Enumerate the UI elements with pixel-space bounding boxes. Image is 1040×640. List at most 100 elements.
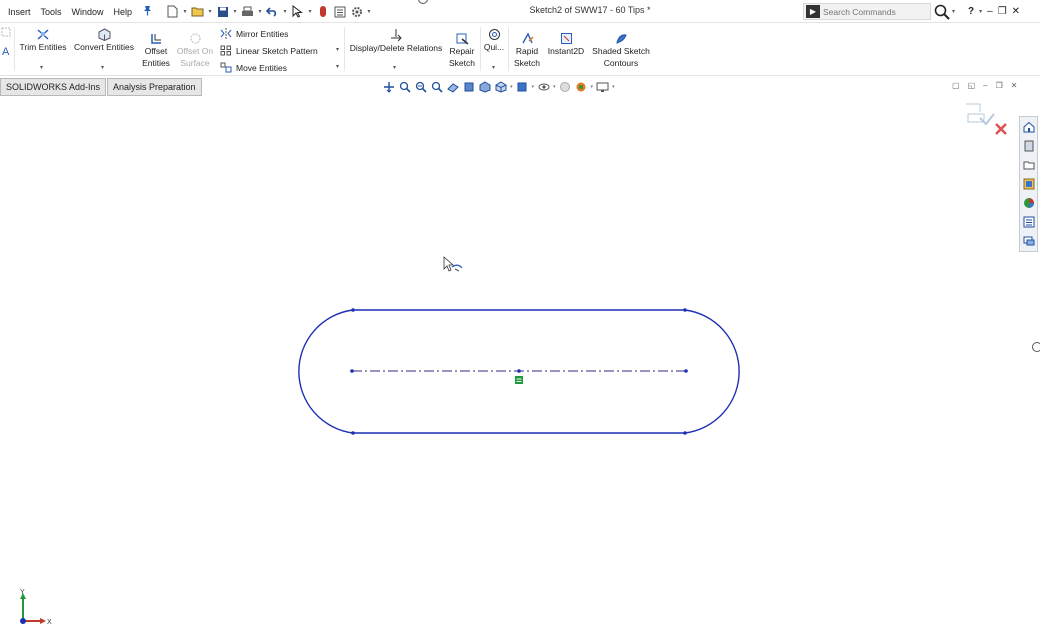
- save-icon[interactable]: [215, 4, 230, 19]
- chevron-down-icon[interactable]: ▾: [182, 8, 188, 15]
- zoom-in-out-icon[interactable]: [414, 81, 427, 94]
- search-commands-box[interactable]: ▶: [803, 3, 931, 20]
- chevron-down-icon[interactable]: ▾: [510, 84, 513, 90]
- apply-scene-icon[interactable]: [575, 81, 588, 94]
- previous-view-icon[interactable]: [430, 81, 443, 94]
- chevron-down-icon[interactable]: ▾: [232, 8, 238, 15]
- split-view-icon[interactable]: ▢: [952, 81, 960, 90]
- dynamic-annotation-icon[interactable]: [462, 81, 475, 94]
- offset-entities-button[interactable]: Offset Entities: [139, 32, 173, 69]
- display-style-icon[interactable]: [516, 81, 529, 94]
- search-input[interactable]: [823, 6, 928, 17]
- exit-sketch-icon[interactable]: [967, 113, 995, 126]
- chevron-down-icon[interactable]: ▾: [366, 8, 372, 15]
- trim-entities-label: Trim Entities: [19, 42, 67, 52]
- midpoint[interactable]: [517, 369, 521, 373]
- viewport-maximize-icon[interactable]: ❐: [996, 81, 1003, 90]
- pane-edge-handle[interactable]: [1032, 342, 1040, 352]
- chevron-down-icon[interactable]: ▾: [207, 8, 213, 15]
- select-arrow-icon[interactable]: [290, 4, 305, 19]
- chevron-down-icon[interactable]: ▾: [336, 63, 339, 70]
- custom-properties-icon[interactable]: [1020, 212, 1037, 231]
- zoom-to-fit-icon[interactable]: [382, 81, 395, 94]
- move-entities-button[interactable]: Move Entities: [220, 62, 287, 73]
- print-icon[interactable]: [240, 4, 255, 19]
- repair-sketch-button[interactable]: Repair Sketch: [446, 32, 478, 69]
- sketch-point[interactable]: [683, 308, 687, 312]
- move-entities-icon: [220, 62, 232, 73]
- edit-appearance-icon[interactable]: [559, 81, 572, 94]
- search-button[interactable]: ▾: [934, 3, 958, 20]
- graphics-area[interactable]: Y X: [0, 97, 1040, 640]
- restore-button[interactable]: ❐: [998, 6, 1007, 17]
- horizontal-relation-icon[interactable]: [515, 376, 523, 384]
- instant2d-button[interactable]: Instant2D: [545, 32, 587, 57]
- viewport-close-icon[interactable]: ✕: [1011, 81, 1018, 90]
- linear-sketch-pattern-button[interactable]: Linear Sketch Pattern: [220, 45, 318, 56]
- display-delete-relations-button[interactable]: Display/Delete Relations: [347, 28, 445, 54]
- design-library-icon[interactable]: [1020, 136, 1037, 155]
- quick-snaps-button[interactable]: Qui...: [482, 28, 506, 53]
- new-document-icon[interactable]: [165, 4, 180, 19]
- chevron-down-icon[interactable]: ▾: [393, 64, 396, 71]
- sketch-point[interactable]: [350, 369, 354, 373]
- chevron-down-icon[interactable]: ▾: [307, 8, 313, 15]
- zoom-to-area-icon[interactable]: [398, 81, 411, 94]
- offset-on-surface-button[interactable]: Offset On Surface: [174, 32, 216, 69]
- sketch-point[interactable]: [683, 431, 687, 435]
- view-settings-icon[interactable]: [596, 81, 609, 94]
- undo-icon[interactable]: [265, 4, 280, 19]
- hide-show-items-icon[interactable]: [537, 81, 550, 94]
- menu-window[interactable]: Window: [67, 7, 109, 17]
- convert-entities-button[interactable]: Convert Entities: [71, 28, 137, 53]
- tab-analysis-preparation[interactable]: Analysis Preparation: [107, 78, 202, 96]
- viewport-minimize-icon[interactable]: –: [983, 81, 987, 90]
- menu-help[interactable]: Help: [109, 7, 138, 17]
- pin-menu-icon[interactable]: [141, 5, 153, 17]
- chevron-down-icon[interactable]: ▾: [532, 84, 535, 90]
- appearances-scenes-icon[interactable]: [1020, 193, 1037, 212]
- cancel-sketch-icon[interactable]: [995, 123, 1007, 135]
- offset-on-surface-label-1: Offset On: [176, 46, 214, 56]
- forum-icon[interactable]: [1020, 231, 1037, 250]
- chevron-down-icon[interactable]: ▾: [612, 84, 615, 90]
- open-folder-icon[interactable]: [190, 4, 205, 19]
- sketch-point[interactable]: [351, 308, 355, 312]
- chevron-down-icon[interactable]: ▾: [257, 8, 263, 15]
- sketch-point[interactable]: [351, 431, 355, 435]
- chevron-down-icon[interactable]: ▾: [40, 64, 43, 71]
- trim-entities-button[interactable]: Trim Entities: [17, 28, 69, 53]
- sketch-canvas[interactable]: Y X: [0, 97, 1040, 640]
- minimize-button[interactable]: –: [987, 6, 993, 17]
- menu-tools[interactable]: Tools: [36, 7, 67, 17]
- view-orientation-icon[interactable]: [478, 81, 491, 94]
- chevron-down-icon[interactable]: ▾: [952, 8, 955, 15]
- offset-entities-label-1: Offset: [144, 46, 168, 56]
- cube-view-icon[interactable]: [494, 81, 507, 94]
- shaded-sketch-contours-button[interactable]: Shaded Sketch Contours: [589, 32, 653, 69]
- chevron-down-icon[interactable]: ▾: [336, 46, 339, 53]
- chevron-down-icon[interactable]: ▾: [591, 84, 594, 90]
- close-button[interactable]: ✕: [1012, 6, 1020, 17]
- svg-text:A: A: [2, 46, 10, 58]
- rebuild-icon[interactable]: [315, 4, 330, 19]
- viewport-restore-icon[interactable]: ◱: [968, 81, 976, 90]
- mirror-entities-button[interactable]: Mirror Entities: [220, 28, 288, 39]
- view-palette-icon[interactable]: [1020, 174, 1037, 193]
- chevron-down-icon[interactable]: ▾: [492, 64, 495, 71]
- section-view-icon[interactable]: [446, 81, 459, 94]
- menu-insert[interactable]: Insert: [3, 7, 36, 17]
- chevron-down-icon[interactable]: ▾: [979, 8, 982, 15]
- chevron-down-icon[interactable]: ▾: [553, 84, 556, 90]
- offset-entities-label-2: Entities: [142, 58, 170, 68]
- chevron-down-icon[interactable]: ▾: [282, 8, 288, 15]
- solidworks-resources-home-icon[interactable]: [1020, 117, 1037, 136]
- file-explorer-icon[interactable]: [1020, 155, 1037, 174]
- help-button[interactable]: ?: [968, 6, 974, 17]
- tab-solidworks-addins[interactable]: SOLIDWORKS Add-Ins: [0, 78, 107, 96]
- gear-icon[interactable]: [349, 4, 364, 19]
- file-properties-icon[interactable]: [332, 4, 347, 19]
- chevron-down-icon[interactable]: ▾: [101, 64, 104, 71]
- rapid-sketch-button[interactable]: Rapid Sketch: [511, 32, 543, 69]
- sketch-point[interactable]: [684, 369, 688, 373]
